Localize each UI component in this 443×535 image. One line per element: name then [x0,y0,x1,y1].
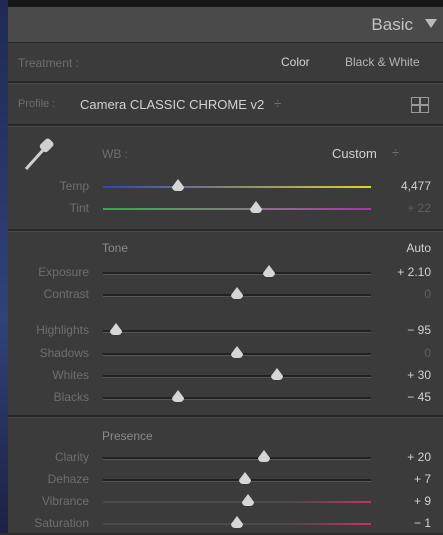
saturation-slider[interactable] [103,516,371,528]
highlights-slider-row: Highlights − 95 [8,320,443,342]
presence-title: Presence [102,429,153,443]
temp-slider[interactable] [103,179,371,191]
tone-title: Tone [102,241,129,255]
tint-value[interactable]: + 22 [407,201,431,215]
profile-dropdown[interactable]: Camera CLASSIC CHROME v2 [80,97,264,112]
contrast-label: Contrast [43,287,89,301]
contrast-value[interactable]: 0 [424,287,431,301]
divider [8,229,443,232]
exposure-slider[interactable] [103,265,371,277]
dehaze-value[interactable]: + 7 [414,472,431,486]
tint-slider[interactable] [103,201,371,213]
treatment-color-option[interactable]: Color [281,55,310,69]
vibrance-slider[interactable] [103,494,371,506]
dehaze-slider[interactable] [103,472,371,484]
treatment-label: Treatment : [18,56,79,70]
whites-slider[interactable] [103,368,371,380]
highlights-slider[interactable] [103,323,371,335]
shadows-slider[interactable] [103,346,371,358]
temp-label: Temp [59,179,89,193]
clarity-slider-thumb[interactable] [257,450,270,462]
profile-label: Profile : [18,98,56,110]
whites-slider-row: Whites + 30 [8,365,443,387]
temp-slider-row: Temp 4,477 [8,176,443,198]
shadows-label: Shadows [39,346,89,360]
wb-label: WB : [102,147,128,161]
panel-top-edge [8,0,443,7]
dehaze-label: Dehaze [47,472,89,486]
panel-header[interactable]: Basic [8,7,443,43]
treatment-bw-option[interactable]: Black & White [345,55,420,69]
clarity-label: Clarity [54,450,89,464]
vibrance-label: Vibrance [41,494,89,508]
whites-label: Whites [52,368,89,382]
profile-row: Profile : Camera CLASSIC CHROME v2 ÷ [8,84,443,124]
eyedropper-icon[interactable] [20,133,60,173]
contrast-slider[interactable] [103,287,371,299]
highlights-slider-thumb[interactable] [110,323,123,335]
shadows-slider-row: Shadows 0 [8,343,443,365]
exposure-slider-thumb[interactable] [263,265,276,277]
exposure-slider-row: Exposure + 2.10 [8,262,443,284]
saturation-label: Saturation [34,516,89,530]
vibrance-value[interactable]: + 9 [414,494,431,508]
wb-dropdown[interactable]: Custom [332,146,377,161]
wb-caret-icon[interactable]: ÷ [392,145,399,160]
dehaze-slider-thumb[interactable] [239,472,252,484]
saturation-slider-thumb[interactable] [231,516,243,528]
temp-slider-thumb[interactable] [172,179,185,191]
tint-slider-thumb[interactable] [249,201,262,213]
window-edge [0,0,8,533]
exposure-value[interactable]: + 2.10 [397,265,431,279]
shadows-value[interactable]: 0 [424,346,431,360]
highlights-value[interactable]: − 95 [407,323,431,337]
tint-slider-row: Tint + 22 [8,198,443,220]
dehaze-slider-row: Dehaze + 7 [8,469,443,491]
whites-value[interactable]: + 30 [407,368,431,382]
clarity-slider-row: Clarity + 20 [8,447,443,469]
clarity-slider[interactable] [103,450,371,462]
tone-auto-button[interactable]: Auto [406,241,431,255]
temp-value[interactable]: 4,477 [401,179,431,193]
blacks-slider-row: Blacks − 45 [8,387,443,409]
blacks-slider-thumb[interactable] [172,390,185,402]
vibrance-slider-thumb[interactable] [241,494,254,506]
profile-browser-grid-icon[interactable] [411,97,429,113]
profile-caret-icon[interactable]: ÷ [274,96,281,111]
blacks-label: Blacks [53,390,89,404]
highlights-label: Highlights [36,323,89,337]
whites-slider-thumb[interactable] [271,368,284,380]
saturation-slider-row: Saturation − 1 [8,513,443,535]
blacks-value[interactable]: − 45 [407,390,431,404]
tint-label: Tint [69,201,89,215]
contrast-slider-thumb[interactable] [231,287,243,299]
saturation-value[interactable]: − 1 [414,516,431,530]
divider [8,415,443,418]
panel-title: Basic [371,15,413,34]
shadows-slider-thumb[interactable] [231,346,243,358]
treatment-row: Treatment : Color Black & White [8,43,443,81]
divider [8,124,443,127]
collapse-triangle-icon[interactable] [425,19,437,28]
vibrance-slider-row: Vibrance + 9 [8,491,443,513]
blacks-slider[interactable] [103,390,371,402]
clarity-value[interactable]: + 20 [407,450,431,464]
contrast-slider-row: Contrast 0 [8,284,443,306]
exposure-label: Exposure [38,265,89,279]
